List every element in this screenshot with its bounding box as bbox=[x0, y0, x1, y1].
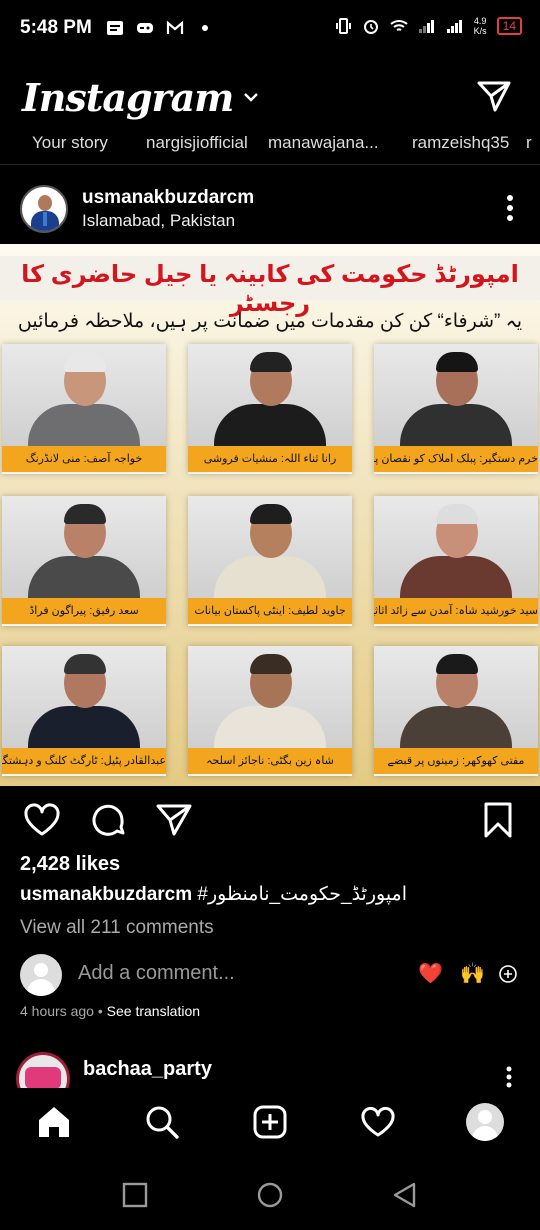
caption-text[interactable]: #امپورٹڈ_حکومت_نامنظور bbox=[192, 884, 407, 905]
portrait-card: مفتی کھوکھر: زمینوں پر قبضے bbox=[374, 646, 538, 776]
view-comments-link[interactable]: View all 211 comments bbox=[20, 917, 214, 939]
post-username[interactable]: usmanakbuzdarcm bbox=[82, 187, 254, 209]
create-post-icon[interactable] bbox=[252, 1104, 288, 1140]
share-icon[interactable] bbox=[154, 800, 194, 840]
profile-avatar[interactable] bbox=[466, 1103, 504, 1141]
portrait-caption: مفتی کھوکھر: زمینوں پر قبضے bbox=[374, 748, 538, 774]
portrait-caption: سید خورشید شاہ: آمدن سے زائد اثاثے bbox=[374, 598, 538, 624]
status-time: 5:48 PM bbox=[20, 17, 92, 38]
caption-username[interactable]: usmanakbuzdarcm bbox=[20, 884, 192, 905]
portrait-photo bbox=[2, 344, 166, 446]
portrait-caption: جاوید لطیف: اینٹی پاکستان بیانات bbox=[188, 598, 352, 624]
heart-emoji-icon[interactable]: ❤️ bbox=[418, 962, 443, 986]
like-count[interactable]: 2,428 likes bbox=[20, 853, 120, 876]
portrait-photo bbox=[374, 496, 538, 598]
alarm-icon bbox=[363, 20, 378, 34]
portrait-caption: سعد رفیق: پیراگون فراڈ bbox=[2, 598, 166, 624]
portrait-card: خرم دستگیر: پبلک املاک کو نقصان پہنچانا bbox=[374, 344, 538, 474]
portrait-photo bbox=[2, 496, 166, 598]
more-options-icon[interactable] bbox=[506, 1066, 512, 1088]
portrait-card: سید خورشید شاہ: آمدن سے زائد اثاثے bbox=[374, 496, 538, 626]
portrait-caption: شاہ زین بگٹی: ناجائز اسلحہ bbox=[188, 748, 352, 774]
add-comment-row: Add a comment... ❤️ 🙌 bbox=[0, 952, 540, 998]
see-translation-link[interactable]: See translation bbox=[107, 1003, 200, 1019]
post-header: usmanakbuzdarcm Islamabad, Pakistan bbox=[0, 174, 540, 244]
story-item[interactable]: r bbox=[520, 132, 540, 164]
next-post-header: bachaa_party bbox=[0, 1048, 540, 1088]
direct-message-icon[interactable] bbox=[476, 78, 512, 114]
divider bbox=[0, 164, 540, 165]
post-image[interactable]: امپورٹڈ حکومت کی کابینہ یا جیل حاضری کا … bbox=[0, 244, 540, 786]
portrait-card: عبدالقادر پٹیل: ٹارگٹ کلنگ و دہشتگردوں ک… bbox=[2, 646, 166, 776]
like-icon[interactable] bbox=[22, 800, 62, 840]
battery-indicator: 14 bbox=[496, 17, 522, 35]
comment-input[interactable]: Add a comment... bbox=[78, 962, 235, 985]
comment-icon[interactable] bbox=[88, 800, 128, 840]
portrait-card: خواجہ آصف: منی لانڈرنگ bbox=[2, 344, 166, 474]
story-item[interactable]: ramzeishq35 bbox=[394, 132, 520, 164]
avatar bbox=[20, 954, 62, 996]
chevron-down-icon[interactable] bbox=[243, 89, 259, 105]
portrait-photo bbox=[188, 646, 352, 748]
wifi-icon bbox=[389, 20, 408, 31]
portrait-photo bbox=[188, 496, 352, 598]
signal-icon bbox=[418, 20, 434, 33]
portrait-caption: خواجہ آصف: منی لانڈرنگ bbox=[2, 446, 166, 472]
gmail-icon bbox=[166, 20, 183, 34]
portrait-card: سعد رفیق: پیراگون فراڈ bbox=[2, 496, 166, 626]
avatar[interactable] bbox=[16, 1052, 70, 1088]
home-icon[interactable] bbox=[36, 1104, 72, 1140]
home-button-icon[interactable] bbox=[257, 1182, 283, 1208]
post-location[interactable]: Islamabad, Pakistan bbox=[82, 211, 254, 231]
instagram-logo[interactable]: Instagram bbox=[22, 75, 234, 120]
game-controller-icon bbox=[136, 23, 153, 33]
portrait-card: شاہ زین بگٹی: ناجائز اسلحہ bbox=[188, 646, 352, 776]
add-emoji-icon[interactable] bbox=[498, 964, 518, 984]
search-icon[interactable] bbox=[144, 1104, 180, 1140]
raised-hands-emoji-icon[interactable]: 🙌 bbox=[460, 962, 485, 986]
stories-row: Your story nargisjiofficial manawajana..… bbox=[0, 132, 540, 164]
next-post-username[interactable]: bachaa_party bbox=[83, 1058, 212, 1081]
status-bar: 5:48 PM 4.9 K/s 14 bbox=[0, 0, 540, 56]
portrait-grid: خواجہ آصف: منی لانڈرنگ رانا ثناء اللہ: م… bbox=[2, 344, 538, 784]
system-navigation-bar bbox=[0, 1156, 540, 1230]
post-caption: usmanakbuzdarcm #امپورٹڈ_حکومت_نامنظور bbox=[20, 883, 407, 906]
activity-heart-icon[interactable] bbox=[360, 1104, 396, 1140]
story-item[interactable]: nargisjiofficial bbox=[130, 132, 260, 164]
avatar[interactable] bbox=[20, 185, 68, 233]
image-subtitle: یہ ”شرفاء“ کن کن مقدمات میں ضمانت پر ہیں… bbox=[17, 311, 523, 332]
app-header: Instagram bbox=[0, 62, 540, 132]
post-actions bbox=[0, 796, 540, 846]
portrait-caption: خرم دستگیر: پبلک املاک کو نقصان پہنچانا bbox=[374, 446, 538, 472]
more-options-icon[interactable] bbox=[506, 194, 514, 222]
story-item[interactable]: manawajana... bbox=[260, 132, 394, 164]
portrait-photo bbox=[374, 344, 538, 446]
notes-icon bbox=[106, 21, 123, 35]
portrait-photo bbox=[188, 344, 352, 446]
portrait-caption: رانا ثناء اللہ: منشیات فروشی bbox=[188, 446, 352, 472]
vibrate-icon bbox=[335, 18, 351, 34]
story-own[interactable]: Your story bbox=[0, 132, 130, 164]
bottom-navigation bbox=[0, 1088, 540, 1156]
recent-apps-icon[interactable] bbox=[122, 1182, 148, 1208]
back-icon[interactable] bbox=[392, 1182, 418, 1208]
portrait-card: جاوید لطیف: اینٹی پاکستان بیانات bbox=[188, 496, 352, 626]
portrait-photo bbox=[2, 646, 166, 748]
net-speed: 4.9 K/s bbox=[473, 16, 487, 36]
portrait-card: رانا ثناء اللہ: منشیات فروشی bbox=[188, 344, 352, 474]
dot-icon bbox=[201, 25, 208, 31]
portrait-caption: عبدالقادر پٹیل: ٹارگٹ کلنگ و دہشتگردوں ک… bbox=[2, 748, 166, 774]
post-timestamp: 4 hours ago • See translation bbox=[20, 1003, 201, 1019]
bookmark-icon[interactable] bbox=[478, 800, 518, 840]
portrait-photo bbox=[374, 646, 538, 748]
signal-2-icon bbox=[446, 20, 462, 33]
